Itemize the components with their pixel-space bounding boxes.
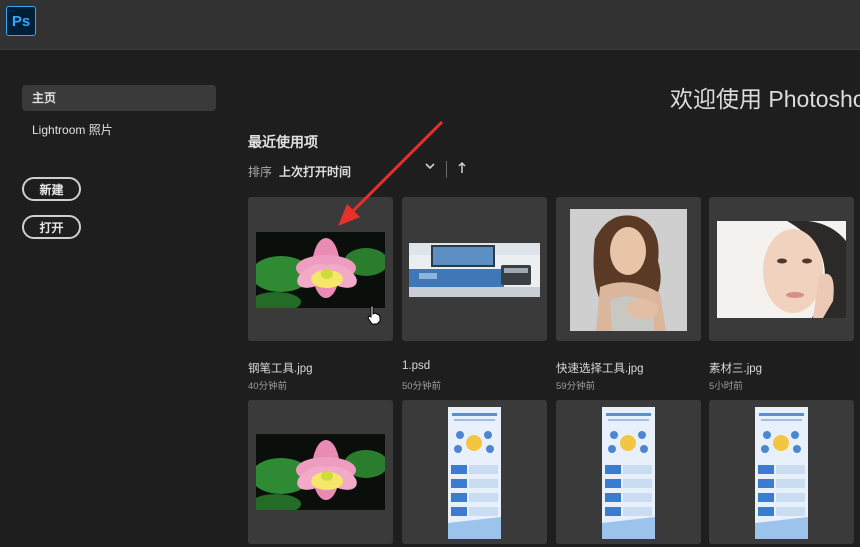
file-time: 59分钟前 (556, 381, 596, 392)
file-thumbnail (755, 407, 808, 539)
recent-file-card[interactable] (709, 400, 854, 544)
recent-file-card[interactable] (709, 197, 854, 341)
file-thumbnail (570, 209, 687, 331)
recent-file-card[interactable] (248, 400, 393, 544)
new-button[interactable]: 新建 (22, 177, 81, 201)
hand-cursor-icon (366, 305, 382, 330)
sort-divider (446, 161, 447, 178)
file-time: 50分钟前 (402, 381, 442, 392)
photoshop-logo[interactable]: Ps (6, 6, 36, 36)
file-name[interactable]: 快速选择工具.jpg (556, 360, 644, 376)
file-thumbnail (256, 232, 385, 308)
file-time: 5小时前 (709, 381, 743, 392)
sort-label: 排序 (248, 165, 273, 179)
file-thumbnail (256, 434, 385, 510)
chevron-down-icon[interactable] (424, 160, 436, 175)
open-button[interactable]: 打开 (22, 215, 81, 239)
sidebar-item-lightroom[interactable]: Lightroom 照片 (32, 121, 113, 138)
welcome-heading: 欢迎使用 Photoshop (670, 86, 860, 112)
sidebar-item-home[interactable]: 主页 (22, 85, 216, 111)
file-name[interactable]: 1.psd (402, 360, 430, 372)
recent-section-title: 最近使用项 (248, 134, 318, 150)
top-bar: Ps (0, 0, 860, 50)
file-thumbnail (409, 243, 540, 297)
arrow-up-icon[interactable] (457, 161, 467, 178)
sort-dropdown[interactable]: 上次打开时间 (279, 163, 351, 180)
file-thumbnail (717, 221, 846, 318)
file-thumbnail (448, 407, 501, 539)
recent-file-card[interactable] (402, 400, 547, 544)
file-name[interactable]: 素材三.jpg (709, 360, 762, 376)
recent-file-card[interactable] (402, 197, 547, 341)
file-thumbnail (602, 407, 655, 539)
recent-file-card[interactable] (556, 400, 701, 544)
file-name[interactable]: 钢笔工具.jpg (248, 360, 313, 376)
recent-file-card[interactable] (556, 197, 701, 341)
file-time: 40分钟前 (248, 381, 288, 392)
